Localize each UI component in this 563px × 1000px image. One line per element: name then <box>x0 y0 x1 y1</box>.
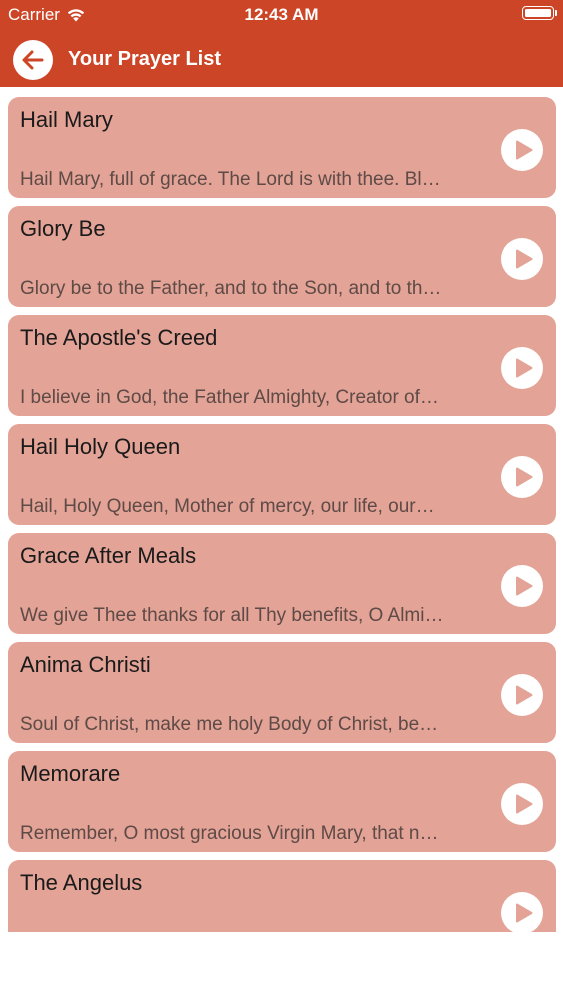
prayer-card-memorare[interactable]: Memorare Remember, O most gracious Virgi… <box>8 751 556 852</box>
prayer-title: Hail Holy Queen <box>20 434 181 459</box>
prayer-card-hail-holy-queen[interactable]: Hail Holy Queen Hail, Holy Queen, Mother… <box>8 424 556 525</box>
prayer-card-glory-be[interactable]: Glory Be Glory be to the Father, and to … <box>8 206 556 307</box>
prayer-card-grace-after-meals[interactable]: Grace After Meals We give Thee thanks fo… <box>8 533 556 634</box>
bottom-area <box>0 932 563 1000</box>
play-icon <box>516 140 533 160</box>
arrow-left-icon <box>22 50 44 70</box>
status-time: 12:43 AM <box>244 5 319 24</box>
prayer-excerpt: We give Thee thanks for all Thy benefits… <box>20 605 444 626</box>
play-icon <box>516 794 533 814</box>
back-button[interactable] <box>13 40 53 80</box>
page-title: Your Prayer List <box>68 48 222 70</box>
play-button[interactable] <box>501 347 543 389</box>
play-button[interactable] <box>501 129 543 171</box>
app-header: Carrier 12:43 AM Your Prayer List <box>0 0 563 87</box>
play-icon <box>516 685 533 705</box>
prayer-card-anima-christi[interactable]: Anima Christi Soul of Christ, make me ho… <box>8 642 556 743</box>
play-button[interactable] <box>501 674 543 716</box>
prayer-card-hail-mary[interactable]: Hail Mary Hail Mary, full of grace. The … <box>8 97 556 198</box>
play-button[interactable] <box>501 238 543 280</box>
prayer-title: Grace After Meals <box>20 543 197 568</box>
prayer-excerpt: Remember, O most gracious Virgin Mary, t… <box>20 823 439 844</box>
play-icon <box>516 249 533 269</box>
prayer-title: Glory Be <box>20 216 106 241</box>
prayer-excerpt: Hail Mary, full of grace. The Lord is wi… <box>20 169 441 190</box>
prayer-title: The Apostle's Creed <box>20 325 218 350</box>
prayer-excerpt: Glory be to the Father, and to the Son, … <box>20 278 442 299</box>
prayer-list[interactable]: Hail Mary Hail Mary, full of grace. The … <box>8 97 556 932</box>
play-button[interactable] <box>501 456 543 498</box>
prayer-title: Hail Mary <box>20 107 113 132</box>
play-button[interactable] <box>501 892 543 932</box>
prayer-excerpt: Soul of Christ, make me holy Body of Chr… <box>20 714 439 735</box>
prayer-title: Anima Christi <box>20 652 151 677</box>
play-button[interactable] <box>501 783 543 825</box>
prayer-title: Memorare <box>20 761 121 786</box>
play-icon <box>516 358 533 378</box>
prayer-excerpt: Hail, Holy Queen, Mother of mercy, our l… <box>20 496 435 517</box>
play-icon <box>516 903 533 923</box>
prayer-card-apostles-creed[interactable]: The Apostle's Creed I believe in God, th… <box>8 315 556 416</box>
status-bar: Carrier 12:43 AM <box>0 0 563 30</box>
navigation-bar: Your Prayer List <box>0 38 563 82</box>
battery-icon <box>522 6 557 20</box>
prayer-title: The Angelus <box>20 870 143 895</box>
play-icon <box>516 576 533 596</box>
prayer-excerpt: I believe in God, the Father Almighty, C… <box>20 387 439 408</box>
prayer-card-the-angelus[interactable]: The Angelus <box>8 860 556 932</box>
play-button[interactable] <box>501 565 543 607</box>
play-icon <box>516 467 533 487</box>
